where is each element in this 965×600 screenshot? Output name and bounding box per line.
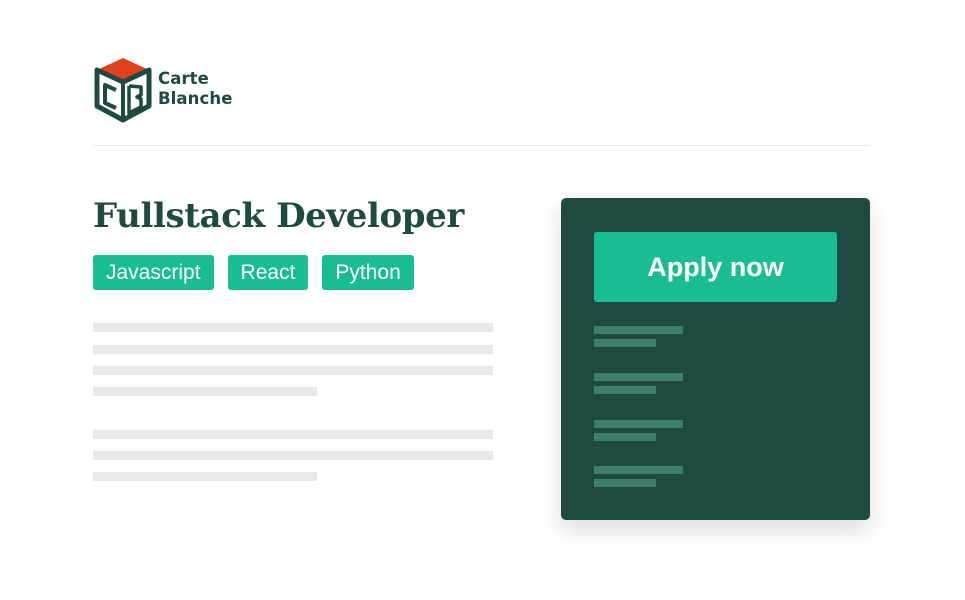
text-placeholder-line (93, 387, 317, 396)
job-title: Fullstack Developer (93, 196, 464, 236)
apply-panel: Apply now (561, 198, 870, 520)
text-placeholder-line (93, 472, 317, 481)
brand-name-line2: Blanche (158, 89, 233, 108)
panel-placeholder-line (594, 433, 656, 441)
apply-now-button[interactable]: Apply now (594, 232, 837, 302)
panel-placeholder-line (594, 479, 656, 487)
panel-placeholder-line (594, 339, 656, 347)
text-placeholder-line (93, 345, 493, 354)
tag-python: Python (322, 255, 414, 290)
panel-placeholder-line (594, 466, 683, 474)
carte-blanche-logo-icon (94, 58, 152, 123)
panel-placeholder-line (594, 326, 683, 334)
panel-placeholder-line (594, 386, 656, 394)
panel-placeholder-line (594, 420, 683, 428)
tag-javascript: Javascript (93, 255, 214, 290)
brand-name: Carte Blanche (158, 69, 233, 109)
text-placeholder-line (93, 366, 493, 375)
skill-tags: Javascript React Python (93, 255, 414, 290)
header-divider (93, 145, 870, 146)
text-placeholder-line (93, 323, 493, 332)
text-placeholder-line (93, 430, 493, 439)
panel-placeholder-line (594, 373, 683, 381)
tag-react: React (227, 255, 309, 290)
brand-name-line1: Carte (158, 69, 209, 88)
text-placeholder-line (93, 451, 493, 460)
